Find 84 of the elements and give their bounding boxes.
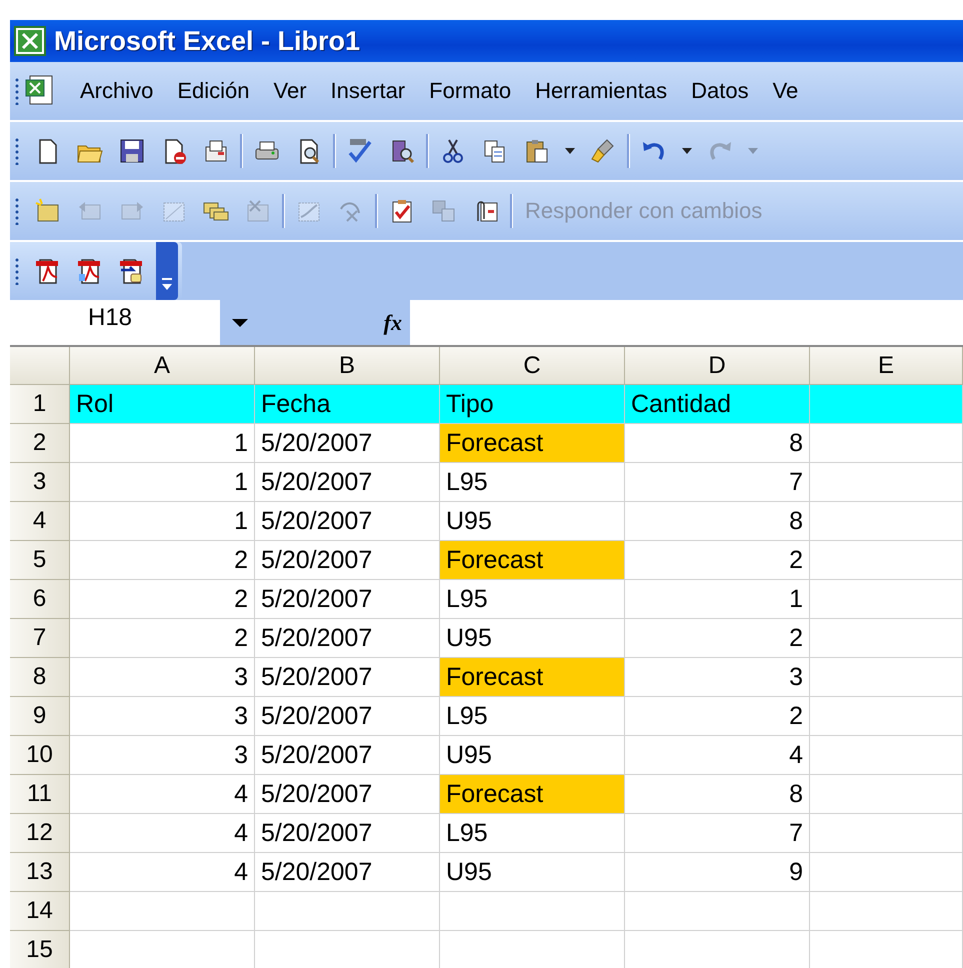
table-cell: Forecast xyxy=(440,541,625,580)
table-cell: Forecast xyxy=(440,775,625,814)
row-header[interactable]: 15 xyxy=(10,931,70,968)
table-cell: Fecha xyxy=(255,385,440,424)
insert-function-button[interactable]: fx xyxy=(384,310,402,336)
table-cell: L95 xyxy=(440,697,625,736)
table-cell: U95 xyxy=(440,853,625,892)
table-cell: Cantidad xyxy=(625,385,810,424)
table-cell: 2 xyxy=(70,541,255,580)
caret-icon xyxy=(682,148,692,154)
table-cell: 1 xyxy=(625,580,810,619)
table-cell: 5/20/2007 xyxy=(255,463,440,502)
table-cell: 5/20/2007 xyxy=(255,814,440,853)
menu-item[interactable]: Formato xyxy=(417,72,524,110)
column-header[interactable]: D xyxy=(625,347,810,385)
row-header[interactable]: 8 xyxy=(10,658,70,697)
table-cell: 5/20/2007 xyxy=(255,502,440,541)
table-cell: Rol xyxy=(70,385,255,424)
name-box[interactable]: H18 xyxy=(10,300,220,345)
menu-item[interactable]: Ver xyxy=(262,72,319,110)
toolbar-options-button[interactable] xyxy=(156,242,178,300)
table-cell: 4 xyxy=(70,853,255,892)
spreadsheet-app-icon xyxy=(14,26,46,56)
table-cell: 1 xyxy=(70,424,255,463)
row-header[interactable]: 4 xyxy=(10,502,70,541)
table-cell: 4 xyxy=(70,775,255,814)
caret-icon xyxy=(748,148,758,154)
table-cell: Forecast xyxy=(440,658,625,697)
table-cell: 9 xyxy=(625,853,810,892)
row-header[interactable]: 10 xyxy=(10,736,70,775)
table-cell: 2 xyxy=(70,580,255,619)
table-cell: 2 xyxy=(625,541,810,580)
table-cell: 7 xyxy=(625,463,810,502)
row-header[interactable]: 11 xyxy=(10,775,70,814)
row-header[interactable]: 3 xyxy=(10,463,70,502)
table-cell: 5/20/2007 xyxy=(255,736,440,775)
table-cell: 1 xyxy=(70,463,255,502)
table-cell: 4 xyxy=(70,814,255,853)
row-header[interactable]: 13 xyxy=(10,853,70,892)
row-header[interactable]: 9 xyxy=(10,697,70,736)
menu-item[interactable]: Archivo xyxy=(68,72,166,110)
table-cell: L95 xyxy=(440,580,625,619)
table-cell: 1 xyxy=(70,502,255,541)
table-cell: 2 xyxy=(70,619,255,658)
menu-item[interactable]: Herramientas xyxy=(523,72,680,110)
row-header[interactable]: 14 xyxy=(10,892,70,931)
row-header[interactable]: 12 xyxy=(10,814,70,853)
caret-icon xyxy=(232,318,248,328)
table-cell: 3 xyxy=(625,658,810,697)
row-header[interactable]: 1 xyxy=(10,385,70,424)
table-cell: 3 xyxy=(70,697,255,736)
table-cell: 5/20/2007 xyxy=(255,853,440,892)
menu-item[interactable]: Datos xyxy=(679,72,761,110)
table-cell: 8 xyxy=(625,424,810,463)
table-cell: 2 xyxy=(625,697,810,736)
menu-item[interactable]: Edición xyxy=(165,72,262,110)
table-cell: 5/20/2007 xyxy=(255,580,440,619)
table-cell: 5/20/2007 xyxy=(255,619,440,658)
table-cell: 2 xyxy=(625,619,810,658)
table-cell: 3 xyxy=(70,736,255,775)
table-cell: 7 xyxy=(625,814,810,853)
table-cell: Tipo xyxy=(440,385,625,424)
window-title: Microsoft Excel - Libro1 xyxy=(54,26,360,56)
row-header[interactable]: 7 xyxy=(10,619,70,658)
table-cell: 8 xyxy=(625,775,810,814)
row-header[interactable]: 6 xyxy=(10,580,70,619)
table-cell: Forecast xyxy=(440,424,625,463)
table-cell: 8 xyxy=(625,502,810,541)
column-header[interactable]: B xyxy=(255,347,440,385)
column-header[interactable]: E xyxy=(810,347,963,385)
column-header[interactable]: A xyxy=(70,347,255,385)
table-cell: L95 xyxy=(440,814,625,853)
row-header[interactable]: 5 xyxy=(10,541,70,580)
formula-input[interactable] xyxy=(410,300,963,345)
row-header[interactable]: 2 xyxy=(10,424,70,463)
table-cell: 4 xyxy=(625,736,810,775)
menu-item[interactable]: Ve xyxy=(760,72,810,110)
table-cell: 3 xyxy=(70,658,255,697)
table-cell: 5/20/2007 xyxy=(255,697,440,736)
caret-icon xyxy=(565,148,575,154)
menu-item[interactable]: Insertar xyxy=(318,72,418,110)
column-header[interactable]: C xyxy=(440,347,625,385)
spell-check-icon xyxy=(346,137,374,165)
table-cell: L95 xyxy=(440,463,625,502)
